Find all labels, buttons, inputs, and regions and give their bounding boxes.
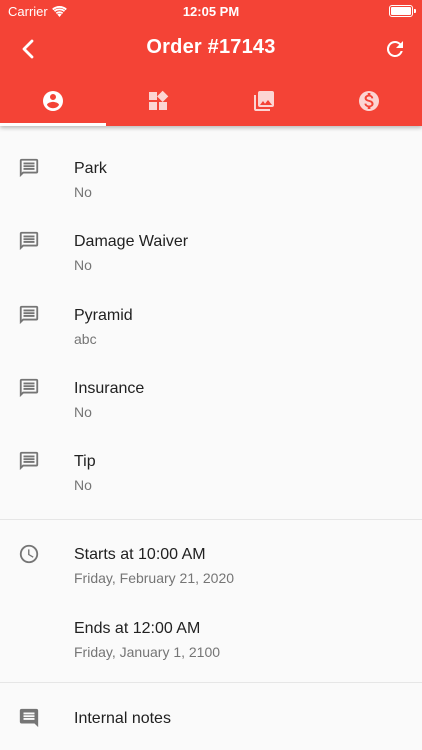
end-time-row[interactable]: Ends at 12:00 AM Friday, January 1, 2100 <box>0 596 422 669</box>
start-date: Friday, February 21, 2020 <box>74 570 235 586</box>
field-label: Park <box>74 160 107 177</box>
custom-field-row[interactable]: Tip No <box>0 429 422 502</box>
app-header: Carrier 12:05 PM Order #17143 <box>0 0 422 126</box>
battery-icon <box>389 5 416 17</box>
field-label: Tip <box>74 453 96 470</box>
custom-field-row[interactable]: Insurance No <box>0 356 422 429</box>
internal-notes-label: Internal notes <box>74 710 171 727</box>
custom-field-row[interactable]: Park No <box>0 136 422 209</box>
field-value: No <box>74 477 92 493</box>
photo-library-icon <box>253 91 274 111</box>
custom-field-row[interactable]: Pyramid abc <box>0 283 422 356</box>
refresh-icon <box>386 40 403 57</box>
monetization-icon <box>359 91 380 111</box>
status-bar: Carrier 12:05 PM <box>0 0 422 22</box>
end-time-label: Ends at 12:00 AM <box>74 620 201 637</box>
section-divider <box>0 682 422 683</box>
comment-icon <box>19 158 39 178</box>
field-value: No <box>74 404 92 420</box>
comment-icon <box>19 231 39 251</box>
comment-icon <box>19 451 39 471</box>
app-bar: Order #17143 <box>0 22 422 76</box>
tab-photos[interactable] <box>211 76 317 126</box>
end-date: Friday, January 1, 2100 <box>74 644 221 660</box>
tab-payment[interactable] <box>317 76 422 126</box>
comment-icon <box>19 378 39 398</box>
account-circle-icon <box>42 91 63 111</box>
custom-field-row[interactable]: Damage Waiver No <box>0 209 422 282</box>
section-divider <box>0 519 422 520</box>
clock-time: 12:05 PM <box>182 4 240 19</box>
refresh-button[interactable] <box>380 34 410 64</box>
tab-customer[interactable] <box>0 76 106 126</box>
internal-notes-row[interactable]: Internal notes <box>0 695 422 745</box>
page-title: Order #17143 <box>146 36 276 58</box>
tab-bar <box>0 76 422 126</box>
field-label: Pyramid <box>74 307 133 324</box>
notes-icon <box>19 708 39 728</box>
field-value: No <box>74 184 92 200</box>
tab-items[interactable] <box>106 76 212 126</box>
comment-icon <box>19 305 39 325</box>
widgets-icon <box>149 90 169 110</box>
clock-icon <box>19 544 39 564</box>
field-label: Insurance <box>74 380 145 397</box>
field-value: No <box>74 257 92 273</box>
start-time-row[interactable]: Starts at 10:00 AM Friday, February 21, … <box>0 522 422 595</box>
start-time-label: Starts at 10:00 AM <box>74 546 206 563</box>
field-value: abc <box>74 331 97 347</box>
field-label: Damage Waiver <box>74 233 189 250</box>
